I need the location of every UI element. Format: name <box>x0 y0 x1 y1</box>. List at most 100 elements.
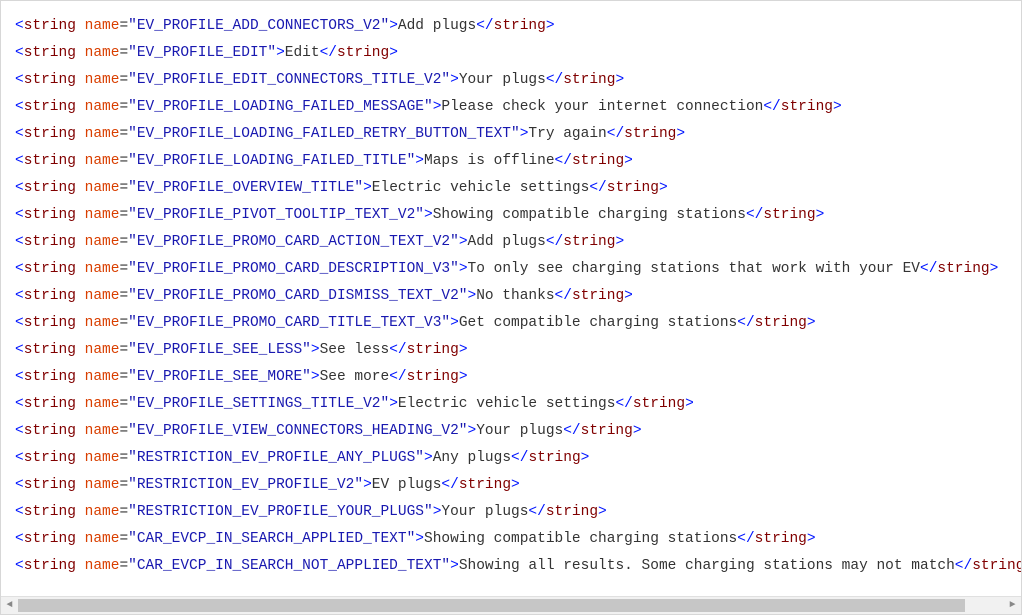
quote-close: " <box>450 261 459 277</box>
attr-value: CAR_EVCP_IN_SEARCH_NOT_APPLIED_TEXT <box>137 558 442 574</box>
end-angle-close: > <box>389 45 398 61</box>
attr-name: name <box>85 72 120 88</box>
attr-name: name <box>85 180 120 196</box>
string-content: Electric vehicle settings <box>372 180 590 196</box>
end-angle-close: > <box>511 477 520 493</box>
quote-close: " <box>267 45 276 61</box>
end-angle-open: </ <box>511 450 528 466</box>
attr-value: EV_PROFILE_SEE_MORE <box>137 369 302 385</box>
attr-value: RESTRICTION_EV_PROFILE_ANY_PLUGS <box>137 450 415 466</box>
angle-open: < <box>15 288 24 304</box>
attr-name: name <box>85 423 120 439</box>
xml-string-line: <string name="EV_PROFILE_OVERVIEW_TITLE"… <box>15 175 1017 202</box>
horizontal-scrollbar[interactable]: ◄ ► <box>1 596 1021 614</box>
end-angle-open: </ <box>555 153 572 169</box>
end-angle-close: > <box>807 531 816 547</box>
angle-close: > <box>311 342 320 358</box>
xml-string-line: <string name="EV_PROFILE_PROMO_CARD_TITL… <box>15 310 1017 337</box>
attr-value: EV_PROFILE_PROMO_CARD_DISMISS_TEXT_V2 <box>137 288 459 304</box>
quote-close: " <box>441 558 450 574</box>
end-angle-open: </ <box>607 126 624 142</box>
scroll-right-arrow[interactable]: ► <box>1004 597 1021 614</box>
attr-name: name <box>85 315 120 331</box>
attr-name: name <box>85 153 120 169</box>
end-tag-name: string <box>937 261 989 277</box>
end-angle-close: > <box>598 504 607 520</box>
end-angle-close: > <box>676 126 685 142</box>
quote-open: " <box>128 207 137 223</box>
quote-open: " <box>128 315 137 331</box>
end-angle-open: </ <box>746 207 763 223</box>
attr-name: name <box>85 261 120 277</box>
end-tag-name: string <box>459 477 511 493</box>
string-content: Any plugs <box>433 450 511 466</box>
equals-sign: = <box>119 315 128 331</box>
equals-sign: = <box>119 504 128 520</box>
end-angle-open: </ <box>476 18 493 34</box>
end-angle-close: > <box>833 99 842 115</box>
end-angle-open: </ <box>589 180 606 196</box>
end-angle-close: > <box>615 234 624 250</box>
attr-name: name <box>85 18 120 34</box>
end-tag-name: string <box>755 531 807 547</box>
end-angle-close: > <box>659 180 668 196</box>
attr-value: EV_PROFILE_EDIT <box>137 45 268 61</box>
string-content: Edit <box>285 45 320 61</box>
tag-name: string <box>24 126 76 142</box>
attr-name: name <box>85 207 120 223</box>
quote-close: " <box>354 477 363 493</box>
xml-string-line: <string name="RESTRICTION_EV_PROFILE_YOU… <box>15 499 1017 526</box>
attr-value: EV_PROFILE_LOADING_FAILED_TITLE <box>137 153 407 169</box>
tag-name: string <box>24 423 76 439</box>
end-angle-open: </ <box>920 261 937 277</box>
equals-sign: = <box>119 207 128 223</box>
equals-sign: = <box>119 234 128 250</box>
scroll-track[interactable] <box>18 597 1004 614</box>
attr-value: CAR_EVCP_IN_SEARCH_APPLIED_TEXT <box>137 531 407 547</box>
angle-open: < <box>15 450 24 466</box>
end-tag-name: string <box>563 234 615 250</box>
quote-close: " <box>407 153 416 169</box>
tag-name: string <box>24 450 76 466</box>
string-content: Try again <box>528 126 606 142</box>
attr-value: RESTRICTION_EV_PROFILE_YOUR_PLUGS <box>137 504 424 520</box>
tag-name: string <box>24 234 76 250</box>
string-content: Add plugs <box>468 234 546 250</box>
tag-name: string <box>24 342 76 358</box>
quote-close: " <box>511 126 520 142</box>
end-angle-open: </ <box>555 288 572 304</box>
angle-open: < <box>15 153 24 169</box>
end-tag-name: string <box>755 315 807 331</box>
string-content: Showing compatible charging stations <box>433 207 746 223</box>
quote-close: " <box>459 423 468 439</box>
end-angle-close: > <box>990 261 999 277</box>
end-angle-open: </ <box>563 423 580 439</box>
attr-value: EV_PROFILE_PROMO_CARD_ACTION_TEXT_V2 <box>137 234 450 250</box>
end-angle-open: </ <box>737 315 754 331</box>
angle-open: < <box>15 180 24 196</box>
xml-string-line: <string name="EV_PROFILE_EDIT_CONNECTORS… <box>15 67 1017 94</box>
end-tag-name: string <box>546 504 598 520</box>
quote-close: " <box>441 315 450 331</box>
tag-name: string <box>24 180 76 196</box>
equals-sign: = <box>119 369 128 385</box>
attr-name: name <box>85 369 120 385</box>
end-angle-open: </ <box>546 234 563 250</box>
attr-value: EV_PROFILE_OVERVIEW_TITLE <box>137 180 355 196</box>
quote-close: " <box>415 450 424 466</box>
quote-close: " <box>407 531 416 547</box>
end-angle-close: > <box>624 288 633 304</box>
quote-open: " <box>128 531 137 547</box>
xml-string-line: <string name="EV_PROFILE_PROMO_CARD_ACTI… <box>15 229 1017 256</box>
quote-open: " <box>128 477 137 493</box>
equals-sign: = <box>119 180 128 196</box>
quote-open: " <box>128 180 137 196</box>
end-angle-close: > <box>581 450 590 466</box>
quote-open: " <box>128 126 137 142</box>
angle-close: > <box>459 234 468 250</box>
end-angle-close: > <box>685 396 694 412</box>
scroll-left-arrow[interactable]: ◄ <box>1 597 18 614</box>
attr-name: name <box>85 288 120 304</box>
scroll-thumb[interactable] <box>18 599 965 612</box>
quote-close: " <box>302 342 311 358</box>
